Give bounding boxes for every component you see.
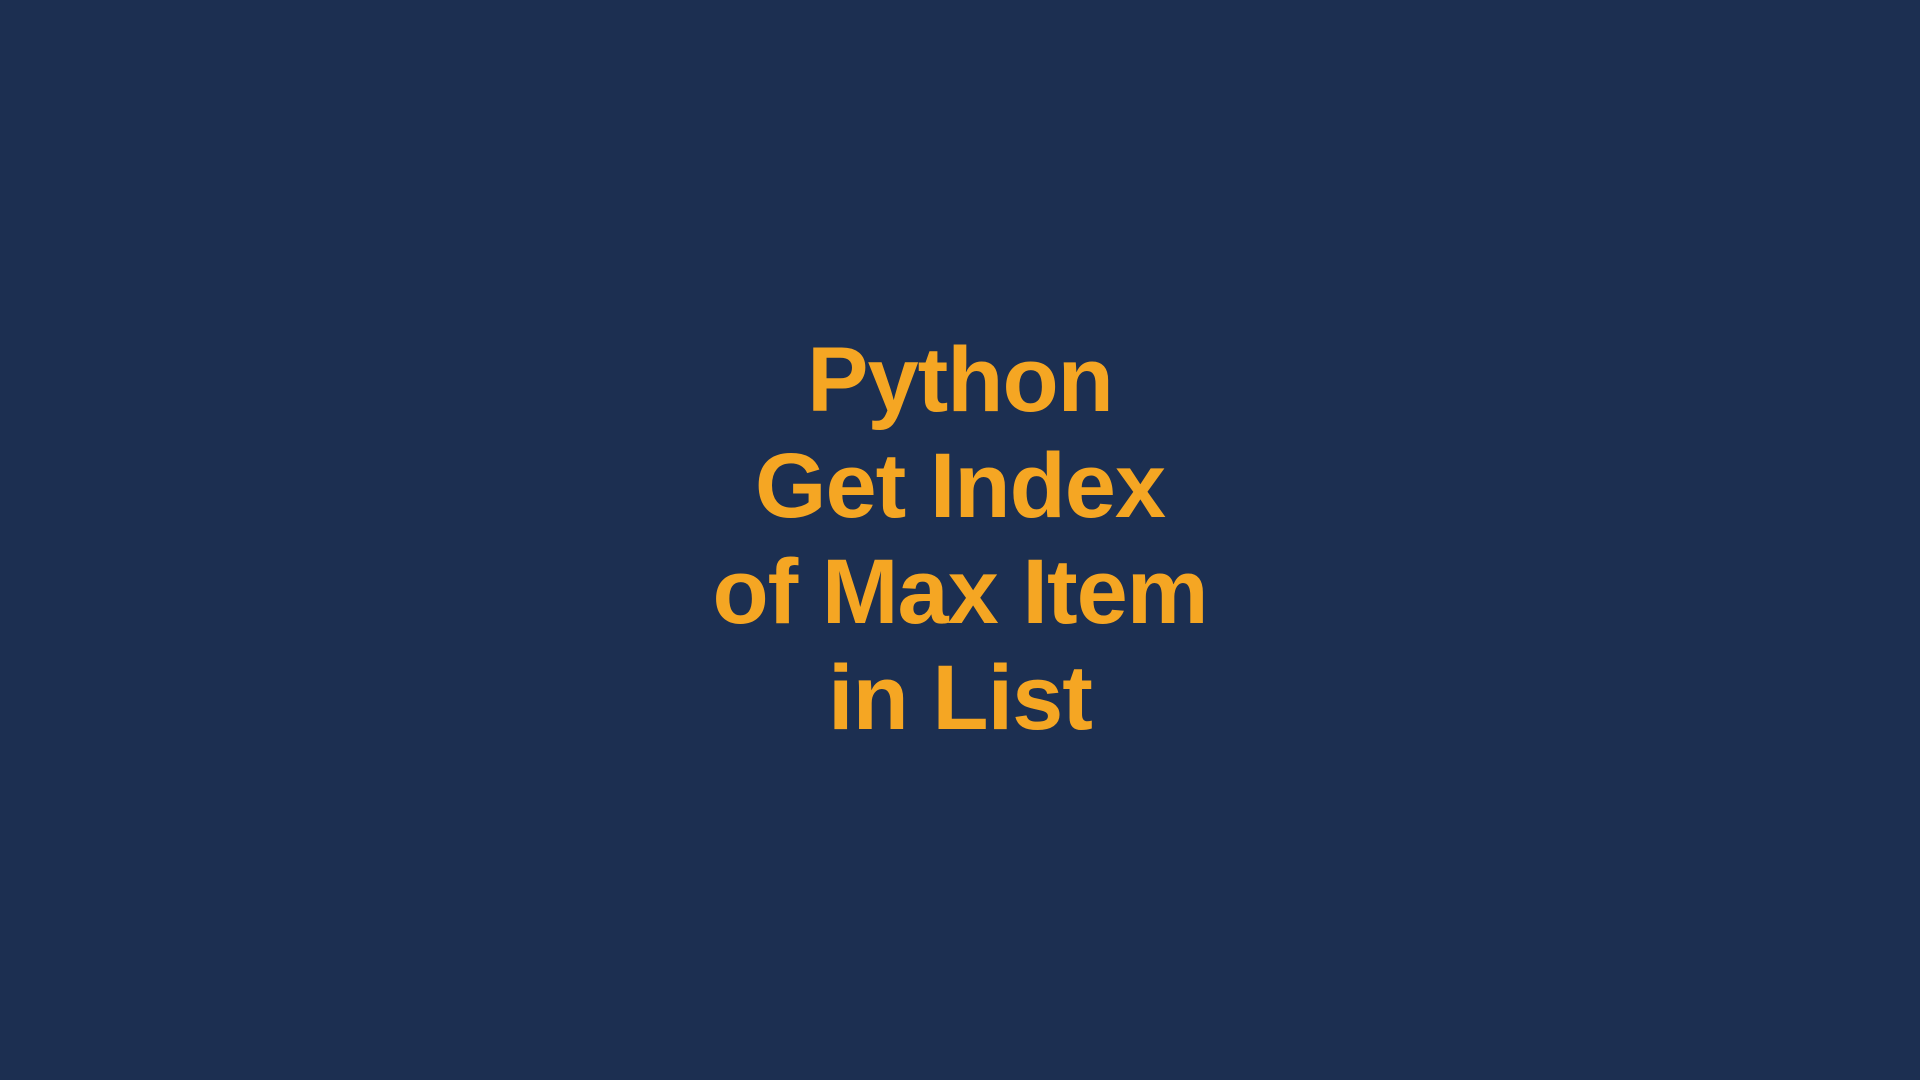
title-line-3: of Max Item <box>712 540 1207 646</box>
title-line-4: in List <box>712 646 1207 752</box>
title-line-2: Get Index <box>712 434 1207 540</box>
title-container: Python Get Index of Max Item in List <box>712 328 1207 751</box>
title-line-1: Python <box>712 328 1207 434</box>
